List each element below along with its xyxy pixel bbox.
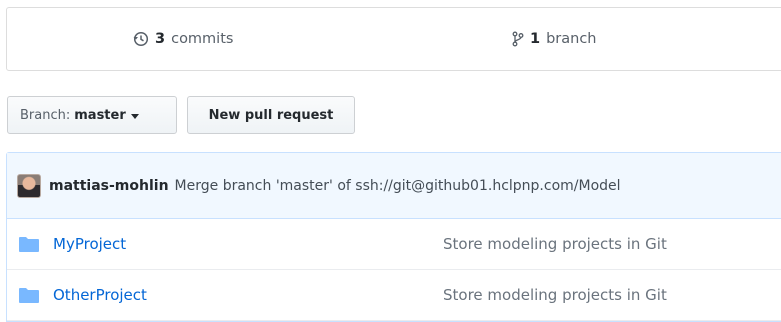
commit-author-link[interactable]: mattias-mohlin (49, 178, 169, 194)
file-list: mattias-mohlin Merge branch 'master' of … (6, 152, 781, 322)
file-name-link[interactable]: OtherProject (53, 286, 147, 304)
commits-label: commits (171, 31, 234, 47)
latest-commit-bar: mattias-mohlin Merge branch 'master' of … (7, 153, 781, 219)
avatar[interactable] (17, 173, 41, 198)
folder-icon (19, 237, 39, 256)
folder-icon (19, 288, 39, 307)
commit-message-link[interactable]: Merge branch 'master' of ssh://git@githu… (175, 178, 621, 194)
file-commit-message-link[interactable]: Store modeling projects in Git (443, 235, 667, 253)
new-pull-request-button[interactable]: New pull request (187, 96, 355, 134)
history-icon (133, 31, 149, 47)
branch-icon (512, 31, 524, 47)
branch-select-label: Branch: (20, 107, 71, 123)
branches-label: branch (546, 31, 597, 47)
file-name-link[interactable]: MyProject (53, 235, 126, 253)
branches-count: 1 (530, 31, 541, 47)
list-item: OtherProject Store modeling projects in … (7, 270, 781, 321)
commits-link[interactable]: 3 commits (133, 8, 233, 70)
list-item: MyProject Store modeling projects in Git (7, 219, 781, 270)
commits-count: 3 (155, 31, 166, 47)
caret-down-icon (130, 113, 139, 119)
branch-select-value: master (74, 107, 126, 123)
branches-link[interactable]: 1 branch (512, 8, 597, 70)
file-commit-message-link[interactable]: Store modeling projects in Git (443, 286, 667, 304)
branch-select-button[interactable]: Branch: master (7, 96, 177, 134)
repo-summary-bar: 3 commits 1 branch (6, 7, 781, 71)
